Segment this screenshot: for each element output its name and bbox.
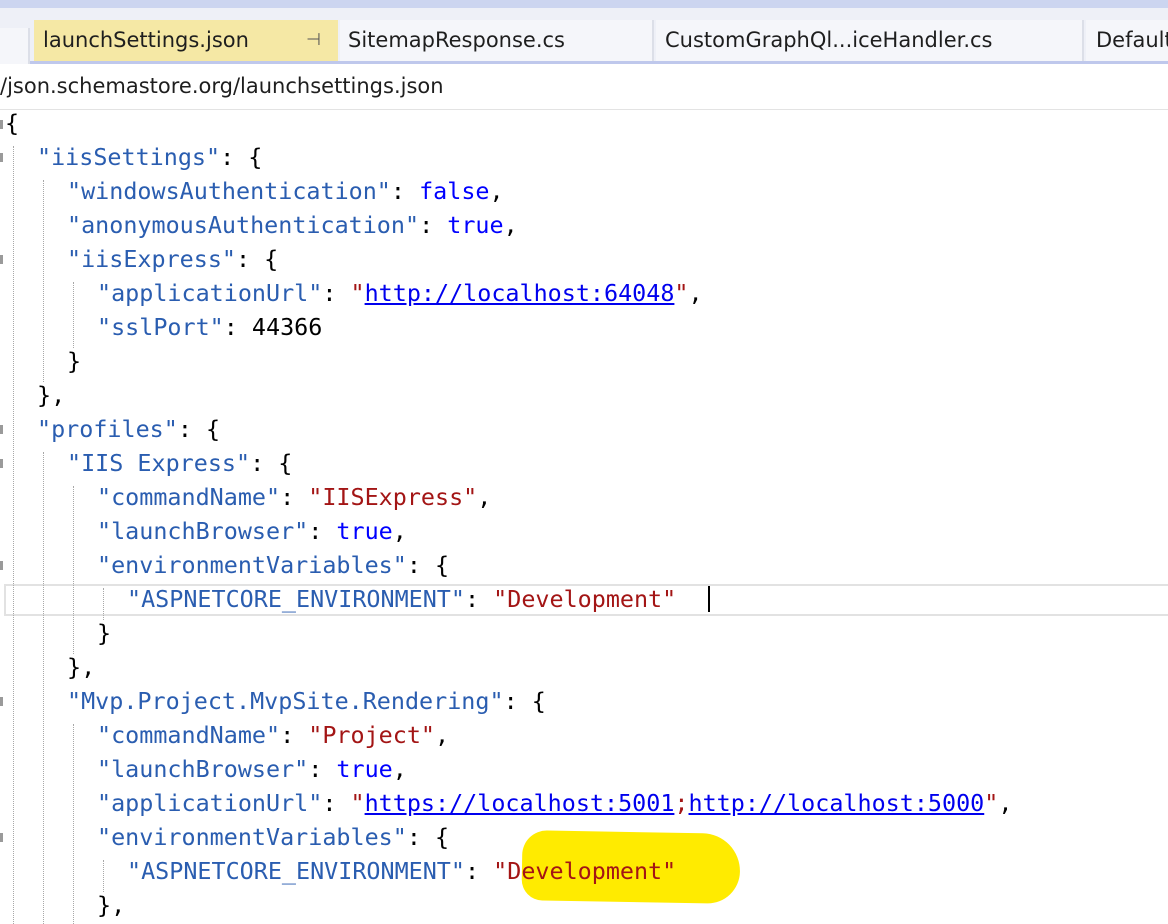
application-url-link[interactable]: http://localhost:64048: [365, 279, 675, 307]
tab-label: launchSettings.json: [43, 28, 249, 52]
tab-overflow-stub[interactable]: [0, 28, 30, 69]
code-line-15[interactable]: "ASPNETCORE_ENVIRONMENT": "Development": [127, 582, 676, 616]
tab-label: CustomGraphQl...iceHandler.cs: [665, 28, 993, 52]
code-line-12: "commandName": "IISExpress",: [97, 483, 492, 511]
tab-launchsettings[interactable]: launchSettings.json ⊣ ✕: [34, 20, 338, 61]
code-line-7: "sslPort": 44366: [97, 313, 323, 341]
outline-marker: [0, 459, 3, 468]
window-top-strip: [0, 0, 1168, 8]
http-url-link[interactable]: http://localhost:5000: [689, 789, 985, 817]
schema-url: /json.schemastore.org/launchsettings.jso…: [0, 74, 444, 98]
code-line-3: "windowsAuthentication": false,: [67, 177, 504, 205]
https-url-link[interactable]: https://localhost:5001: [365, 789, 675, 817]
outline-marker: [0, 120, 3, 129]
outline-marker: [0, 833, 3, 842]
close-icon[interactable]: ✕: [337, 20, 338, 61]
indent-guide: [73, 282, 74, 348]
code-line-1: {: [5, 110, 20, 137]
tab-sitemapresponse[interactable]: SitemapResponse.cs: [340, 20, 654, 61]
indent-guide: [73, 724, 74, 924]
code-line-20: "launchBrowser": true,: [97, 755, 407, 783]
code-line-23: "ASPNETCORE_ENVIRONMENT": "Development": [127, 857, 677, 885]
code-line-9: },: [37, 381, 66, 409]
code-editor[interactable]: { "iisSettings": { "windowsAuthenticatio…: [0, 110, 1168, 924]
outline-marker: [0, 255, 3, 264]
schema-navigation-bar[interactable]: /json.schemastore.org/launchsettings.jso…: [0, 64, 1168, 110]
tab-default[interactable]: Default: [1086, 20, 1168, 61]
outline-marker: [0, 561, 3, 570]
indent-guide: [43, 180, 44, 382]
pin-icon[interactable]: ⊣: [306, 20, 321, 61]
indent-guide: [73, 486, 74, 654]
code-line-14: "environmentVariables": {: [97, 551, 450, 579]
code-line-10: "profiles": {: [37, 415, 221, 443]
tab-label: Default: [1096, 28, 1168, 52]
indent-guide: [43, 452, 44, 924]
tab-label: SitemapResponse.cs: [348, 28, 565, 52]
code-line-6: "applicationUrl": "http://localhost:6404…: [97, 279, 703, 307]
code-line-16: }: [97, 619, 112, 647]
outline-marker: [0, 425, 3, 434]
code-line-22: "environmentVariables": {: [97, 823, 450, 851]
code-line-13: "launchBrowser": true,: [97, 517, 407, 545]
indent-guide: [13, 146, 14, 924]
code-line-8: }: [67, 347, 82, 375]
code-line-2: "iisSettings": {: [37, 143, 263, 171]
code-line-5: "iisExpress": {: [67, 245, 279, 273]
code-line-4: "anonymousAuthentication": true,: [67, 211, 518, 239]
tab-customgraphql[interactable]: CustomGraphQl...iceHandler.cs: [656, 20, 1084, 61]
code-line-24: },: [97, 891, 126, 919]
outline-marker: [0, 697, 3, 706]
code-line-21: "applicationUrl": "https://localhost:500…: [97, 789, 1013, 817]
code-line-17: },: [67, 653, 96, 681]
code-line-18: "Mvp.Project.MvpSite.Rendering": {: [67, 687, 546, 715]
document-tab-bar: launchSettings.json ⊣ ✕ SitemapResponse.…: [0, 8, 1168, 69]
outline-marker: [0, 153, 3, 162]
code-line-19: "commandName": "Project",: [97, 721, 450, 749]
text-caret: [708, 586, 710, 612]
code-line-11: "IIS Express": {: [67, 449, 293, 477]
